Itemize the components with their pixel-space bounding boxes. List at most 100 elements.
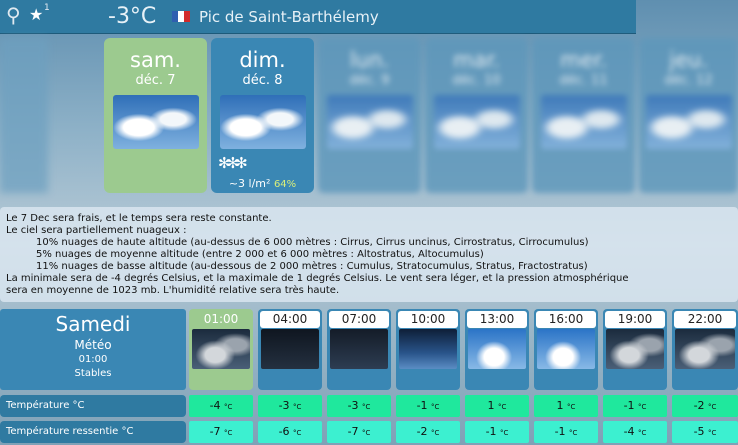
feels-like-value: -1 — [554, 425, 566, 438]
previous-day-card[interactable] — [0, 38, 48, 193]
stability-status: Stables — [74, 368, 112, 379]
temperature-cell: -2 °C — [672, 395, 738, 417]
temperature-cell: -3 °C — [258, 395, 322, 417]
temperature-value: 1 — [556, 399, 564, 412]
sky-image — [261, 329, 319, 369]
hour-label: 07:00 — [329, 311, 389, 328]
sky-image — [468, 329, 526, 369]
favorites-count-badge: 1 — [44, 3, 50, 13]
hour-label: 13:00 — [467, 311, 527, 328]
temperature-cell: -3 °C — [327, 395, 391, 417]
unit-label: °C — [224, 429, 233, 437]
day-name: mar. — [453, 48, 500, 72]
temperature-value: -3 — [278, 399, 290, 412]
unit-label: °C — [638, 403, 647, 411]
feels-like-cell: -7 °C — [327, 421, 391, 443]
day-card-thu[interactable]: jeu. déc. 12 — [639, 38, 738, 193]
feels-like-value: -6 — [278, 425, 290, 438]
france-flag-icon — [172, 11, 190, 22]
hour-column[interactable]: 10:00 — [396, 309, 460, 390]
temperature-cell: -1 °C — [603, 395, 667, 417]
precipitation: ~3 l/m² 64% — [211, 177, 314, 190]
sky-image — [645, 95, 732, 149]
precipitation-probability: 64% — [273, 179, 297, 190]
feels-like-cell: -1 °C — [534, 421, 598, 443]
desc-line: La minimale sera de -4 degrés Celsius, e… — [6, 273, 629, 284]
current-temperature: -3°C — [108, 4, 157, 29]
selected-time: 01:00 — [78, 354, 108, 365]
temperature-row-label: Température °C — [0, 395, 186, 417]
unit-label: °C — [569, 429, 578, 437]
unit-label: °C — [431, 403, 440, 411]
hour-column[interactable]: 22:00 — [672, 309, 738, 390]
star-icon[interactable]: ★ — [29, 5, 43, 24]
unit-label: °C — [293, 403, 302, 411]
hour-column[interactable]: 19:00 — [603, 309, 667, 390]
hour-column[interactable]: 13:00 — [465, 309, 529, 390]
desc-line: Le ciel sera partiellement nuageux : — [6, 225, 187, 236]
temperature-cell: 1 °C — [465, 395, 529, 417]
hour-column[interactable]: 16:00 — [534, 309, 598, 390]
feels-like-value: -4 — [623, 425, 635, 438]
unit-label: °C — [638, 429, 647, 437]
feels-like-cell: -5 °C — [672, 421, 738, 443]
unit-label: °C — [708, 403, 717, 411]
temperature-value: -3 — [347, 399, 359, 412]
precipitation-amount: ~3 l/m² — [228, 177, 271, 190]
day-name: dim. — [239, 48, 286, 72]
day-date: déc. 8 — [242, 73, 283, 88]
day-card-sat[interactable]: sam. déc. 7 — [104, 38, 207, 193]
temperature-value: 1 — [487, 399, 495, 412]
unit-label: °C — [224, 403, 233, 411]
feels-like-cell: -4 °C — [603, 421, 667, 443]
feels-like-value: -2 — [416, 425, 428, 438]
day-card-wed[interactable]: mer. déc. 11 — [532, 38, 635, 193]
map-pin-icon[interactable]: ⚲ — [6, 3, 21, 27]
hour-label: 01:00 — [191, 311, 251, 328]
sky-image — [112, 95, 199, 149]
day-title: Samedi — [55, 312, 131, 336]
feels-like-value: -5 — [693, 425, 705, 438]
hour-label: 19:00 — [605, 311, 665, 328]
day-card-tue[interactable]: mar. déc. 10 — [425, 38, 528, 193]
feels-like-value: -1 — [485, 425, 497, 438]
hour-column[interactable]: 07:00 — [327, 309, 391, 390]
unit-label: °C — [708, 429, 717, 437]
unit-label: °C — [431, 429, 440, 437]
day-date: déc. 7 — [135, 73, 176, 88]
day-date: déc. 10 — [452, 73, 501, 88]
hour-label: 16:00 — [536, 311, 596, 328]
feels-like-cell: -1 °C — [465, 421, 529, 443]
feels-like-cell: -6 °C — [258, 421, 322, 443]
unit-label: °C — [362, 429, 371, 437]
hour-label: 22:00 — [674, 311, 736, 328]
day-card-sun[interactable]: dim. déc. 8 ✻✻✻ ~3 l/m² 64% — [211, 38, 314, 193]
desc-line: 11% nuages de basse altitude (au-dessous… — [36, 261, 588, 272]
day-name: sam. — [130, 48, 181, 72]
desc-line: sera en moyenne de 1023 mb. L'humidité r… — [6, 285, 340, 296]
feels-like-value: -7 — [347, 425, 359, 438]
hour-column[interactable]: 01:00 — [189, 309, 253, 390]
temperature-value: -2 — [693, 399, 705, 412]
snowflakes-icon: ✻✻✻ — [218, 154, 248, 172]
unit-label: °C — [500, 429, 509, 437]
day-date: déc. 11 — [559, 73, 608, 88]
sky-image — [675, 329, 735, 369]
location-name[interactable]: Pic de Saint-Barthélemy — [199, 8, 379, 26]
desc-line: Le 7 Dec sera frais, et le temps sera re… — [6, 213, 272, 224]
day-card-mon[interactable]: lun. déc. 9 — [318, 38, 421, 193]
temperature-value: -1 — [416, 399, 428, 412]
day-date: déc. 9 — [349, 73, 390, 88]
temperature-cell: -4 °C — [189, 395, 253, 417]
day-name: mer. — [560, 48, 607, 72]
temperature-cell: -1 °C — [396, 395, 460, 417]
hour-column[interactable]: 04:00 — [258, 309, 322, 390]
day-date: déc. 12 — [664, 73, 713, 88]
top-bar: ⚲ ★ 1 -3°C Pic de Saint-Barthélemy — [0, 0, 636, 34]
desc-line: 10% nuages de haute altitude (au-dessus … — [36, 237, 589, 248]
unit-label: °C — [498, 403, 507, 411]
sky-image — [219, 95, 306, 149]
sky-image — [433, 95, 520, 149]
sky-image — [540, 95, 627, 149]
temperature-value: -1 — [623, 399, 635, 412]
